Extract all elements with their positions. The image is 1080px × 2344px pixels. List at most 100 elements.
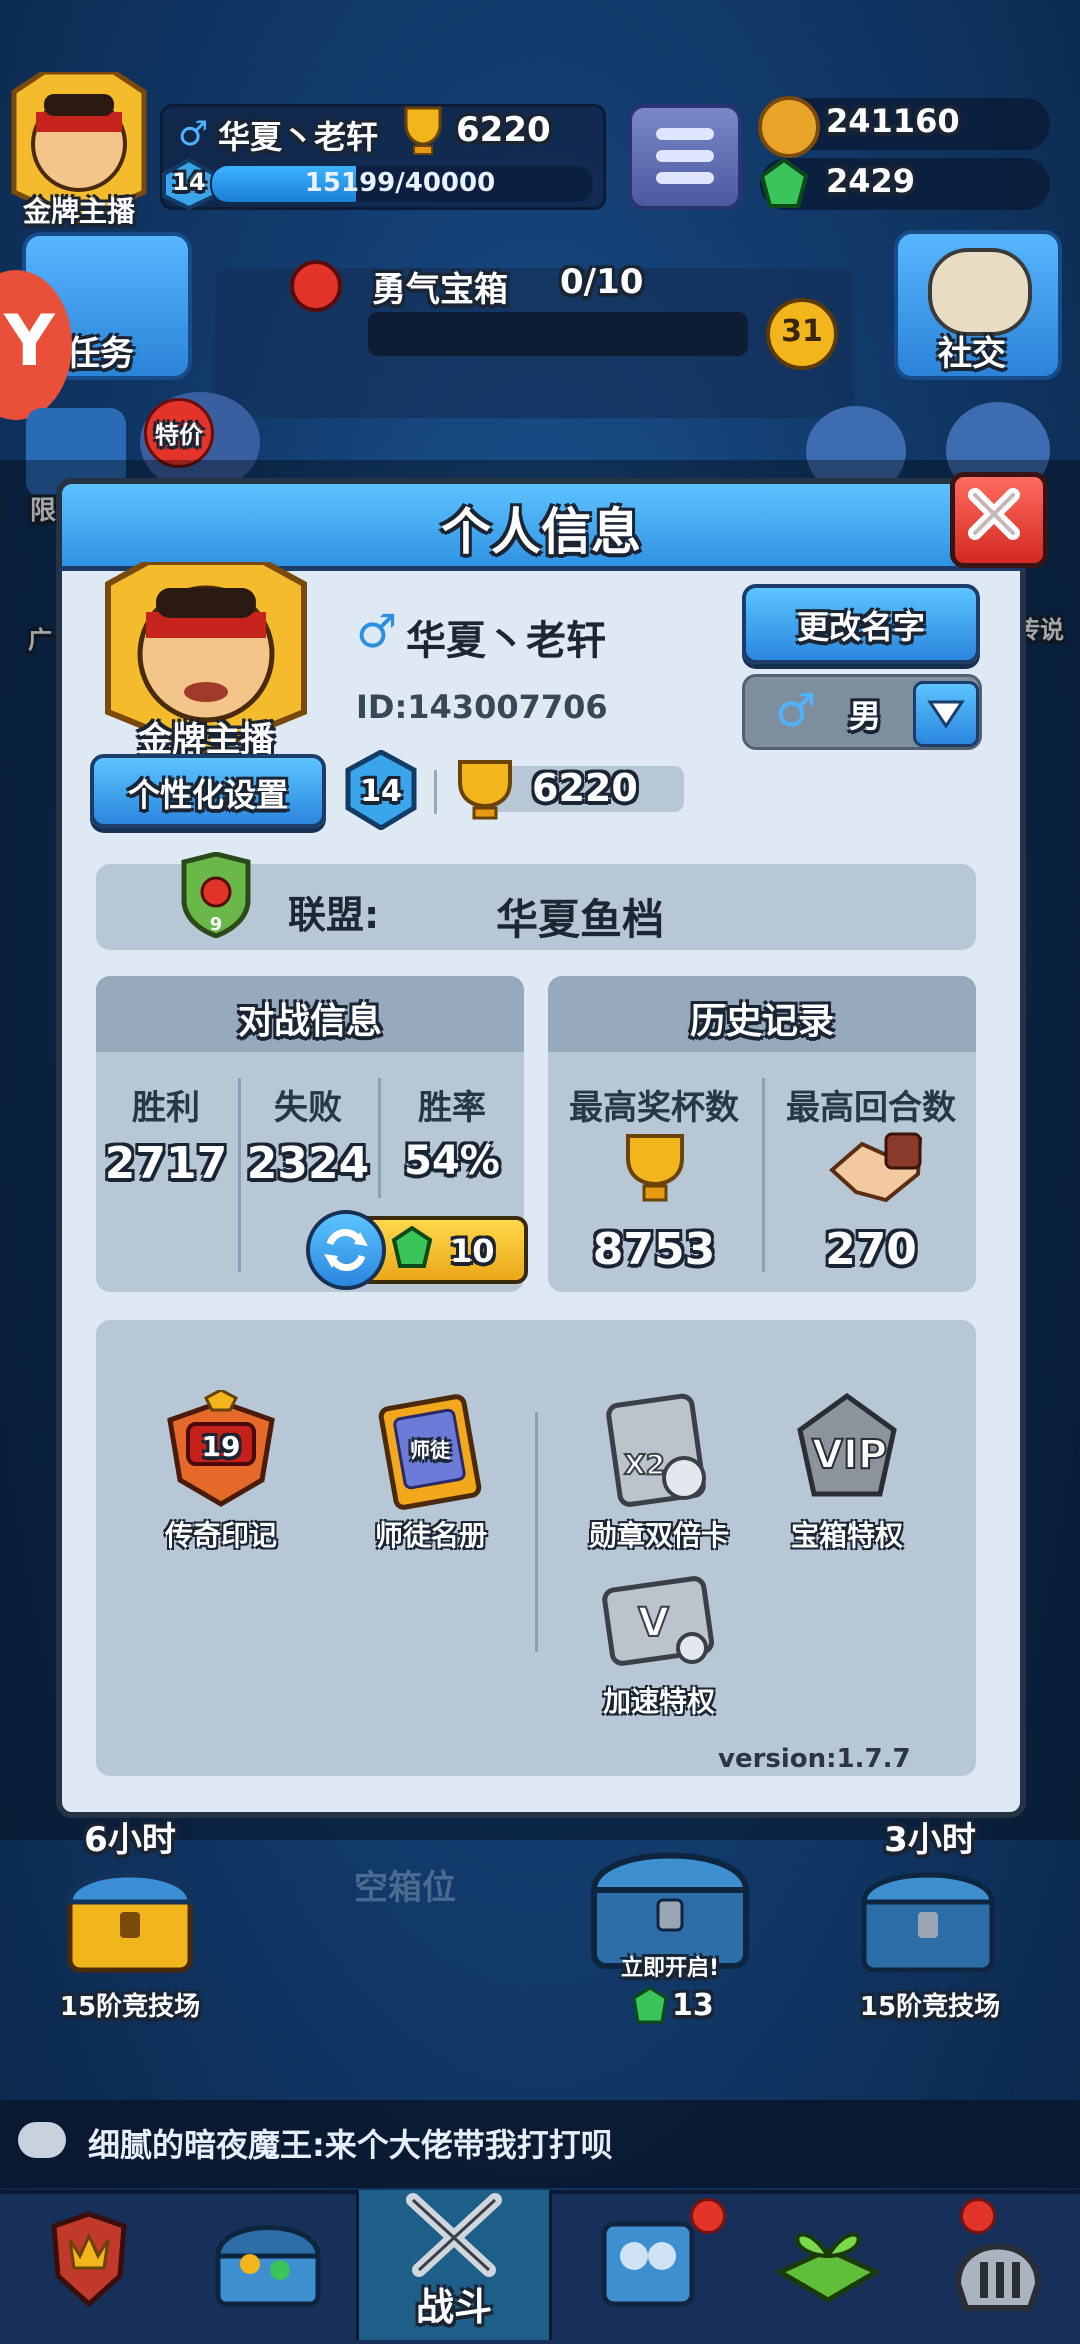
slot3-action: 立即开启! <box>620 1956 720 1981</box>
alliance-level: 9 <box>209 914 223 935</box>
legend-mark-label: 传奇印记 <box>164 1519 277 1552</box>
nav-tab-chest[interactable] <box>180 2190 356 2340</box>
trophy-icon <box>618 1132 692 1206</box>
chest-slot-4[interactable]: 3小时 15阶竞技场 <box>840 1810 1020 2050</box>
social-avatar-icon <box>928 248 1032 336</box>
chevron-down-icon[interactable] <box>913 681 979 747</box>
crossed-swords-icon <box>406 2193 502 2277</box>
male-icon: ♂ <box>178 114 209 154</box>
nav-tab-settings[interactable] <box>920 2190 1080 2340</box>
customize-button[interactable]: 个性化设置 <box>90 754 326 828</box>
winrate-label: 胜率 <box>418 1088 486 1128</box>
nav-tab-shop[interactable] <box>0 2190 176 2340</box>
medal-double-label: 勋章双倍卡 <box>588 1519 729 1552</box>
chat-bubble-icon <box>18 2122 66 2158</box>
chest-slot-1[interactable]: 6小时 15阶竞技场 <box>50 1810 210 2050</box>
level-badge-icon: 14 <box>344 749 418 831</box>
medal-double-item[interactable]: X2 勋章双倍卡 <box>588 1390 730 1552</box>
slot1-timer: 6小时 <box>84 1820 176 1860</box>
history-header: 历史记录 <box>548 976 976 1052</box>
speed-privilege-label: 加速特权 <box>602 1685 715 1718</box>
chest-privilege-item[interactable]: VIP 宝箱特权 <box>776 1390 918 1552</box>
max-trophies-value: 8753 <box>592 1224 716 1275</box>
losses-label: 失败 <box>274 1088 342 1128</box>
gem-icon <box>391 1226 433 1268</box>
slot1-label: 15阶竞技场 <box>59 1992 201 2022</box>
chat-message: 细腻的暗夜魔王:来个大佬带我打打呗 <box>88 2126 613 2164</box>
divider <box>762 1078 765 1272</box>
gem-icon <box>758 157 810 210</box>
speed-privilege-item[interactable]: V 加速特权 <box>588 1570 730 1732</box>
slot4-timer: 3小时 <box>884 1820 976 1860</box>
chest-badge-count: 31 <box>781 314 823 349</box>
profile-name: 华夏丶老轩 <box>406 618 606 664</box>
refresh-icon[interactable] <box>306 1210 386 1290</box>
max-rounds-label: 最高回合数 <box>786 1088 956 1128</box>
mentor-book-label: 师徒名册 <box>374 1519 487 1552</box>
chat-bar[interactable]: 细腻的暗夜魔王:来个大佬带我打打呗 <box>0 2100 1080 2188</box>
chest-privilege-label: 宝箱特权 <box>790 1519 903 1552</box>
avatar-badge-label: 金牌主播 <box>22 195 135 228</box>
max-trophies-label: 最高奖杯数 <box>569 1088 739 1128</box>
profile-avatar[interactable]: 金牌主播 <box>98 559 314 760</box>
alliance-emblem-icon: 9 <box>176 851 256 939</box>
chest-slot-3[interactable]: 立即开启! 13 <box>580 1810 760 2050</box>
player-id: ID:143007706 <box>356 688 608 726</box>
svg-text:V: V <box>638 1600 669 1646</box>
special-tag-badge: 特价 <box>144 398 214 468</box>
mentor-book-item[interactable]: 师徒 师徒名册 <box>360 1390 502 1552</box>
trophy-icon <box>398 104 448 158</box>
slot2-label: 空箱位 <box>354 1868 456 1908</box>
gem-icon <box>632 1986 668 2024</box>
sprout-island-icon <box>774 2232 882 2303</box>
trophy-icon <box>450 758 520 822</box>
menu-icon-line <box>656 150 714 162</box>
legend-mark-item[interactable]: 19 传奇印记 <box>150 1388 292 1552</box>
hud-trophies: 6220 <box>456 110 551 150</box>
hud-avatar[interactable]: 金牌主播 <box>4 69 154 232</box>
male-icon: ♂ <box>356 604 398 658</box>
special-tag-label: 特价 <box>155 421 203 449</box>
blue-chest-icon <box>861 1872 995 1973</box>
chest-count-badge: 31 <box>766 298 838 370</box>
menu-icon <box>656 128 714 140</box>
version-text: version:1.7.7 <box>718 1744 911 1774</box>
menu-button[interactable] <box>628 104 742 210</box>
losses-value: 2324 <box>246 1138 370 1189</box>
treasure-chest-icon <box>215 2225 321 2307</box>
gold-coin-icon <box>758 96 820 158</box>
battle-info-header: 对战信息 <box>96 976 524 1052</box>
male-icon: ♂ <box>775 683 817 737</box>
speed-card-icon: V <box>602 1576 715 1666</box>
handshake-icon <box>826 1130 926 1210</box>
profile-level: 14 <box>360 774 402 809</box>
team-banner-icon <box>601 2221 695 2307</box>
nav-battle-label: 战斗 <box>415 2285 492 2329</box>
gender-value: 男 <box>849 697 882 735</box>
divider <box>535 1412 538 1652</box>
rename-button-label: 更改名字 <box>796 608 925 646</box>
close-button[interactable] <box>950 472 1048 568</box>
slot4-label: 15阶竞技场 <box>859 1992 1001 2022</box>
task-button-label: 任务 <box>66 334 134 374</box>
max-rounds-value: 270 <box>825 1224 917 1275</box>
rename-button[interactable]: 更改名字 <box>742 584 980 664</box>
chest-title: 勇气宝箱 <box>372 270 508 310</box>
nav-tab-battle[interactable]: 战斗 <box>356 2190 552 2340</box>
hud-player-name: 华夏丶老轩 <box>218 118 379 156</box>
chest-slot-2[interactable]: 空箱位 <box>310 1810 470 2050</box>
modal-header: 个人信息 <box>56 478 1026 571</box>
svg-text:X2: X2 <box>624 1448 665 1481</box>
modal-title: 个人信息 <box>441 503 641 561</box>
social-button[interactable]: 社交 <box>894 230 1062 380</box>
gender-select[interactable]: ♂ 男 <box>742 674 982 750</box>
medal-double-card-icon: X2 <box>606 1393 706 1507</box>
menu-icon-line <box>656 172 714 184</box>
xp-text: 15199/40000 <box>304 168 496 198</box>
gold-amount: 241160 <box>826 102 960 140</box>
nav-tab-social[interactable] <box>560 2190 736 2340</box>
blue-chest-icon <box>590 1852 750 1969</box>
divider <box>434 770 437 814</box>
history-title: 历史记录 <box>689 1001 834 1042</box>
nav-tab-garden[interactable] <box>740 2190 916 2340</box>
